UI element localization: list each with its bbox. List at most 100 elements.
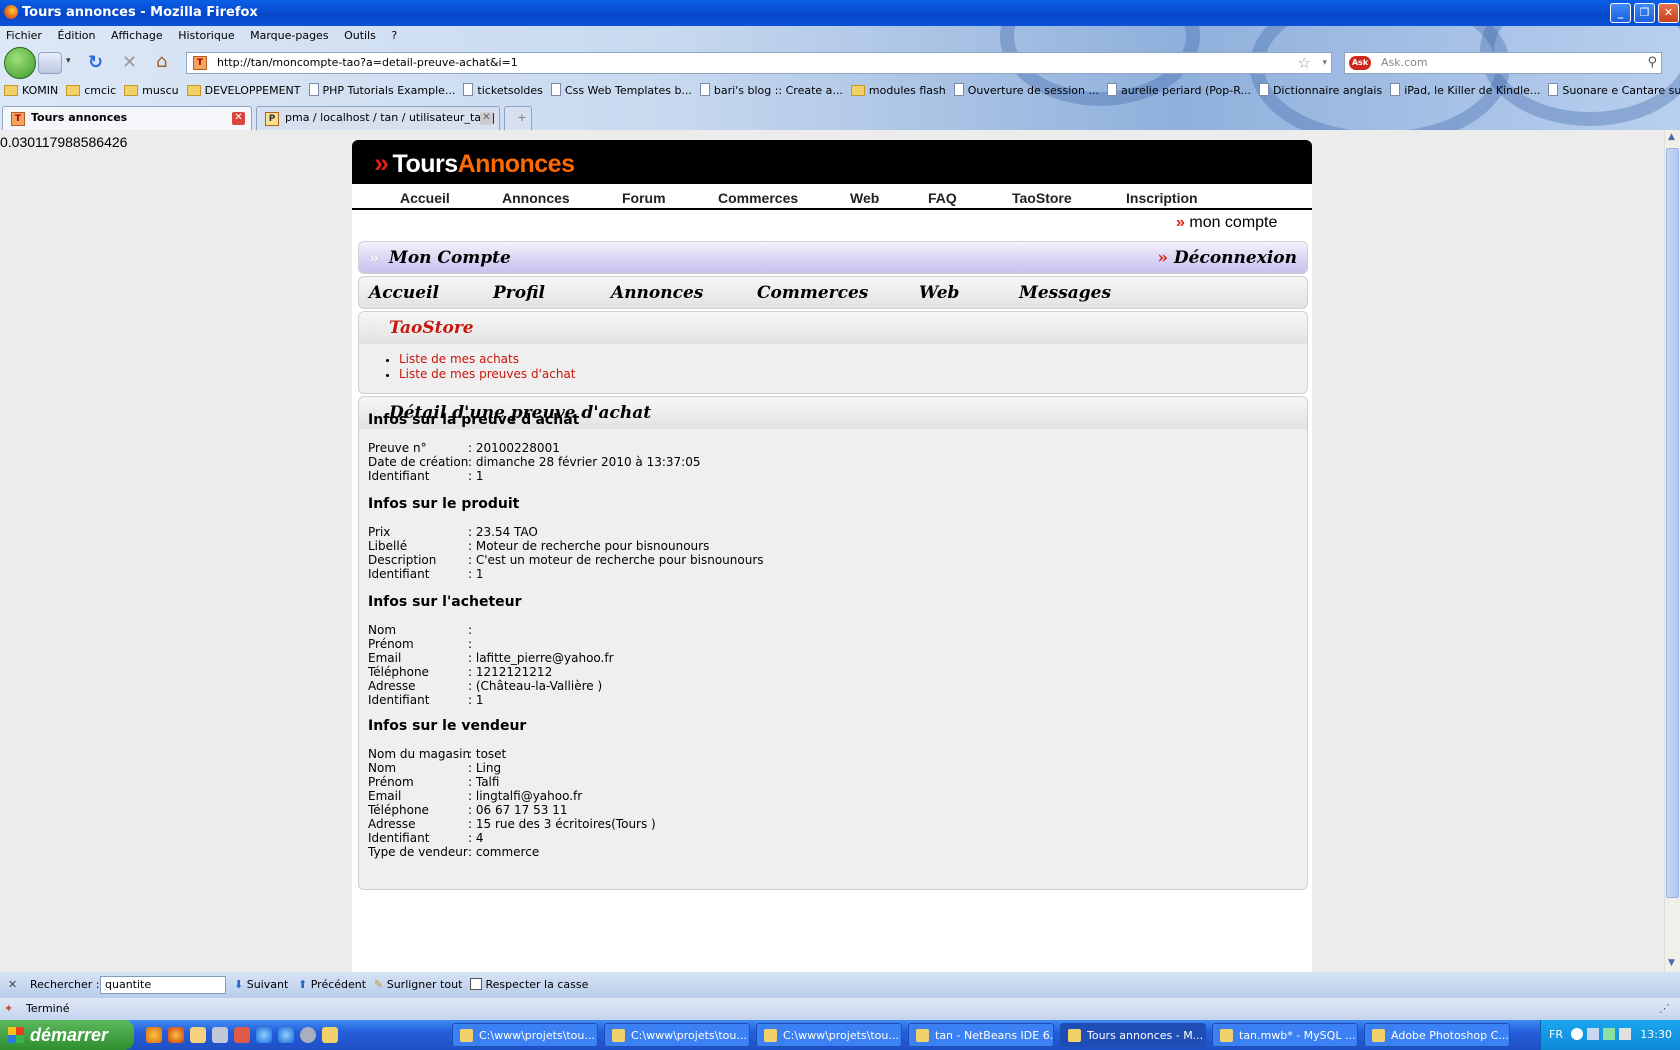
quicklaunch-ie-icon[interactable] [256, 1027, 272, 1043]
url-dropdown-icon[interactable]: ▾ [1322, 53, 1327, 73]
find-next-button[interactable]: ⬇ Suivant [234, 972, 288, 998]
history-dropdown-icon[interactable]: ▾ [66, 56, 71, 66]
home-icon[interactable]: ⌂ [156, 51, 167, 72]
taskbar-task[interactable]: C:\www\projets\tou... [604, 1023, 750, 1047]
tray-help-icon[interactable] [1571, 1028, 1583, 1040]
bookmark-item[interactable]: bari's blog :: Create a... [699, 80, 843, 102]
info-label: Email [368, 651, 402, 665]
logout-link[interactable]: » Déconnexion [1157, 242, 1297, 273]
taskbar-task[interactable]: Adobe Photoshop C... [1364, 1023, 1510, 1047]
nav-accueil[interactable]: Accueil [400, 190, 450, 206]
bookmark-star-icon[interactable]: ☆ [1298, 53, 1311, 73]
url-bar[interactable]: T http://tan/moncompte-tao?a=detail-preu… [186, 52, 1332, 74]
taskbar-task[interactable]: Tours annonces - M... [1060, 1023, 1206, 1047]
scrollbar-thumb[interactable] [1666, 148, 1679, 898]
menu-edition[interactable]: Édition [57, 29, 95, 42]
info-label: Téléphone [368, 665, 429, 679]
taskbar-task[interactable]: C:\www\projets\tou... [756, 1023, 902, 1047]
find-input[interactable]: quantite [100, 976, 226, 994]
quicklaunch-app-icon[interactable] [234, 1027, 250, 1043]
close-tab-icon[interactable]: ✕ [480, 112, 493, 125]
info-value: : 06 67 17 53 11 [468, 803, 568, 817]
resize-grip-icon[interactable]: ⋰ [1659, 998, 1670, 1020]
bookmark-item[interactable]: Dictionnaire anglais [1258, 80, 1382, 102]
taskbar-task[interactable]: tan - NetBeans IDE 6.8 [908, 1023, 1054, 1047]
quicklaunch-folder-icon[interactable] [322, 1027, 338, 1043]
quicklaunch-firefox-icon[interactable] [146, 1027, 162, 1043]
minimize-button[interactable]: _ [1610, 3, 1631, 23]
url-text: http://tan/moncompte-tao?a=detail-preuve… [217, 56, 518, 69]
close-window-button[interactable]: ✕ [1658, 3, 1679, 23]
find-previous-button[interactable]: ⬆ Précédent [298, 972, 366, 998]
vertical-scrollbar[interactable]: ▲ ▼ [1664, 130, 1680, 972]
search-bar[interactable]: Ask Ask.com ⚲ [1344, 52, 1662, 74]
reload-icon[interactable]: ↻ [88, 52, 103, 73]
info-label: Preuve n° [368, 441, 427, 455]
info-row: Email: lingtalfi@yahoo.fr [368, 789, 582, 804]
quicklaunch-globe-icon[interactable] [300, 1027, 316, 1043]
menu-historique[interactable]: Historique [178, 29, 234, 42]
language-indicator[interactable]: FR [1549, 1020, 1563, 1050]
quicklaunch-firefox2-icon[interactable] [168, 1027, 184, 1043]
nav-forum[interactable]: Forum [622, 190, 666, 206]
nav-inscription[interactable]: Inscription [1126, 190, 1198, 206]
nav-commerces[interactable]: Commerces [718, 190, 798, 206]
nav-web[interactable]: Web [850, 190, 879, 206]
link-mes-preuves[interactable]: Liste de mes preuves d'achat [399, 367, 575, 381]
menu-marque-pages[interactable]: Marque-pages [250, 29, 328, 42]
account-title: Mon Compte [389, 248, 511, 268]
tab-tours-annonces[interactable]: T Tours annonces ✕ [2, 106, 252, 130]
menu-fichier[interactable]: Fichier [6, 29, 42, 42]
status-text: Terminé [26, 1002, 70, 1015]
bookmark-item[interactable]: modules flash [850, 80, 946, 102]
nav-taostore[interactable]: TaoStore [1012, 190, 1072, 206]
site-logo[interactable]: » ToursAnnonces [374, 148, 575, 179]
close-findbar-icon[interactable]: ✕ [8, 972, 17, 998]
bookmark-item[interactable]: iPad, le Killer de Kindle... [1390, 80, 1540, 102]
tray-network-icon[interactable] [1587, 1028, 1599, 1040]
mon-compte-link[interactable]: » mon compte [1176, 214, 1277, 232]
start-button[interactable]: démarrer [0, 1020, 134, 1050]
bookmark-item[interactable]: cmcic [66, 80, 116, 102]
bookmark-item[interactable]: KOMIN [4, 80, 58, 102]
match-case-label: Respecter la casse [485, 978, 589, 991]
menu-affichage[interactable]: Affichage [111, 29, 163, 42]
folder-icon [186, 85, 201, 96]
bookmark-item[interactable]: ticketsoldes [463, 80, 543, 102]
menu-help[interactable]: ? [391, 29, 397, 42]
match-case-checkbox[interactable]: Respecter la casse [470, 972, 588, 998]
quicklaunch-ie2-icon[interactable] [278, 1027, 294, 1043]
bookmark-item[interactable]: PHP Tutorials Example... [308, 80, 455, 102]
bookmark-item[interactable]: aurelie periard (Pop-R... [1106, 80, 1251, 102]
nav-annonces[interactable]: Annonces [502, 190, 570, 206]
maximize-button[interactable]: ❐ [1634, 3, 1655, 23]
menu-outils[interactable]: Outils [344, 29, 376, 42]
new-tab-button[interactable]: + [504, 106, 532, 130]
quicklaunch-user-icon[interactable] [190, 1027, 206, 1043]
window-titlebar[interactable]: Tours annonces - Mozilla Firefox [0, 0, 1680, 26]
tab-pma[interactable]: P pma / localhost / tan / utilisateur_ta… [256, 106, 500, 130]
highlight-all-button[interactable]: ✎ Surligner tout [374, 972, 462, 998]
nav-faq[interactable]: FAQ [928, 190, 957, 206]
site-favicon: T [11, 112, 25, 126]
close-tab-icon[interactable]: ✕ [232, 112, 245, 125]
search-icon[interactable]: ⚲ [1647, 53, 1657, 73]
scroll-down-icon[interactable]: ▼ [1668, 958, 1675, 968]
stop-icon[interactable]: ✕ [122, 52, 137, 73]
tray-app-icon[interactable] [1603, 1028, 1615, 1040]
taskbar-task[interactable]: C:\www\projets\tou... [452, 1023, 598, 1047]
link-mes-achats[interactable]: Liste de mes achats [399, 352, 519, 366]
bookmark-item[interactable]: Css Web Templates b... [550, 80, 692, 102]
bookmark-item[interactable]: Suonare e Cantare su... [1548, 80, 1680, 102]
tray-volume-icon[interactable] [1619, 1028, 1631, 1040]
bookmark-item[interactable]: Ouverture de session ... [953, 80, 1099, 102]
forward-button[interactable] [38, 52, 62, 74]
page-icon [699, 83, 710, 96]
ask-engine-icon[interactable]: Ask [1349, 56, 1371, 70]
taskbar-task[interactable]: tan.mwb* - MySQL ... [1212, 1023, 1358, 1047]
bookmark-item[interactable]: DEVELOPPEMENT [186, 80, 301, 102]
back-button[interactable] [4, 47, 36, 79]
quicklaunch-tools-icon[interactable] [212, 1027, 228, 1043]
scroll-up-icon[interactable]: ▲ [1668, 132, 1675, 142]
bookmark-item[interactable]: muscu [124, 80, 179, 102]
